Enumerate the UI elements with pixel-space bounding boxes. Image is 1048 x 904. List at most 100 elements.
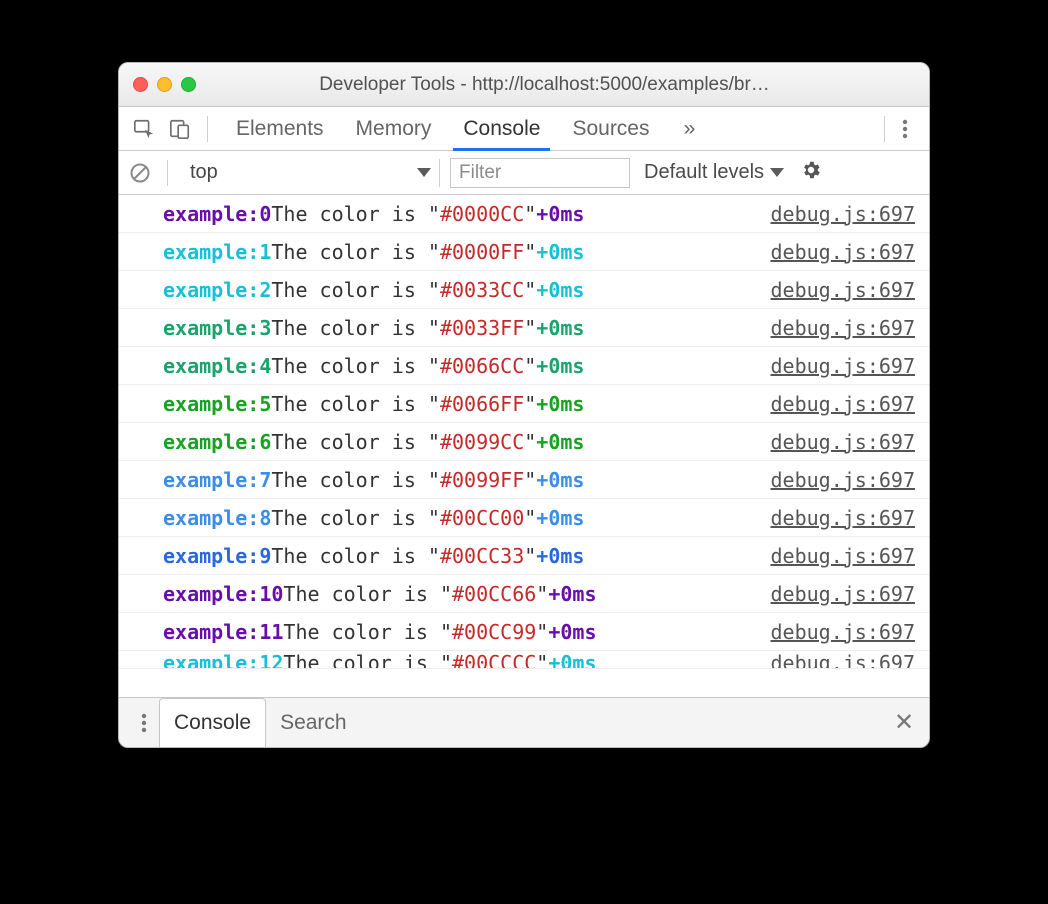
- log-hex-value: #00CC99: [452, 620, 536, 644]
- log-source-link[interactable]: debug.js:697: [771, 582, 916, 606]
- separator: [884, 116, 885, 142]
- log-message: ": [524, 544, 536, 568]
- log-hex-value: #0066FF: [440, 392, 524, 416]
- tab-memory[interactable]: Memory: [340, 107, 448, 150]
- log-timing: +0ms: [548, 582, 596, 606]
- toggle-device-toolbar-icon[interactable]: [165, 114, 195, 144]
- log-message: The color is ": [283, 651, 452, 669]
- clear-console-icon[interactable]: [129, 162, 151, 184]
- minimize-window-button[interactable]: [157, 77, 172, 92]
- log-message: The color is ": [271, 506, 440, 530]
- log-message: ": [524, 202, 536, 226]
- tabs-overflow-button[interactable]: »: [672, 117, 708, 141]
- devtools-tabstrip: ElementsMemoryConsoleSources »: [119, 107, 929, 151]
- log-hex-value: #0033CC: [440, 278, 524, 302]
- log-source-link[interactable]: debug.js:697: [771, 354, 916, 378]
- tab-console[interactable]: Console: [447, 107, 556, 150]
- log-source-link[interactable]: debug.js:697: [771, 620, 916, 644]
- log-namespace: example:6: [163, 430, 271, 454]
- log-levels-label: Default levels: [644, 161, 764, 184]
- log-namespace: example:12: [163, 651, 283, 669]
- log-source-link[interactable]: debug.js:697: [771, 544, 916, 568]
- log-row: example:9 The color is "#00CC33" +0msdeb…: [119, 537, 929, 575]
- tab-sources[interactable]: Sources: [556, 107, 665, 150]
- log-row: example:7 The color is "#0099FF" +0ms deb…: [119, 461, 929, 499]
- log-message: The color is ": [271, 354, 440, 378]
- log-message: ": [524, 354, 536, 378]
- log-source-link[interactable]: debug.js:697: [771, 651, 916, 669]
- window-title: Developer Tools - http://localhost:5000/…: [214, 74, 915, 96]
- log-hex-value: #0000FF: [440, 240, 524, 264]
- log-namespace: example:7: [163, 468, 271, 492]
- log-message: ": [524, 240, 536, 264]
- panel-tabs: ElementsMemoryConsoleSources: [220, 107, 666, 150]
- log-hex-value: #00CC66: [452, 582, 536, 606]
- log-timing: +0ms: [536, 240, 584, 264]
- log-timing: +0ms: [536, 468, 584, 492]
- close-drawer-icon[interactable]: ✕: [889, 708, 919, 737]
- console-log-list: example:0 The color is "#0000CC" +0msdeb…: [119, 195, 929, 697]
- log-hex-value: #0033FF: [440, 316, 524, 340]
- log-message: ": [536, 651, 548, 669]
- log-namespace: example:11: [163, 620, 283, 644]
- log-namespace: example:10: [163, 582, 283, 606]
- drawer-tab-search[interactable]: Search: [266, 698, 361, 747]
- log-timing: +0ms: [536, 506, 584, 530]
- log-timing: +0ms: [536, 354, 584, 378]
- log-message: ": [536, 582, 548, 606]
- log-message: ": [524, 468, 536, 492]
- log-row: example:5 The color is "#0066FF" +0msdeb…: [119, 385, 929, 423]
- log-message: The color is ": [271, 392, 440, 416]
- tabs-overflow-glyph: »: [684, 117, 696, 141]
- separator: [207, 116, 208, 142]
- log-hex-value: #0099CC: [440, 430, 524, 454]
- inspect-element-icon[interactable]: [129, 114, 159, 144]
- log-namespace: example:8: [163, 506, 271, 530]
- filter-input[interactable]: [450, 158, 630, 188]
- chevron-down-icon: [770, 168, 784, 177]
- log-source-link[interactable]: debug.js:697: [771, 278, 916, 302]
- console-toolbar: top Default levels: [119, 151, 929, 195]
- log-source-link[interactable]: debug.js:697: [771, 506, 916, 530]
- log-timing: +0ms: [548, 620, 596, 644]
- window-controls: [133, 77, 196, 92]
- log-message: ": [524, 506, 536, 530]
- log-message: The color is ": [271, 316, 440, 340]
- log-source-link[interactable]: debug.js:697: [771, 316, 916, 340]
- log-namespace: example:2: [163, 278, 271, 302]
- log-row: example:12 The color is "#00CCCC" +0msde…: [119, 651, 929, 669]
- execution-context-selector[interactable]: top: [190, 159, 440, 187]
- log-namespace: example:9: [163, 544, 271, 568]
- log-namespace: example:1: [163, 240, 271, 264]
- log-message: The color is ": [271, 430, 440, 454]
- log-timing: +0ms: [536, 202, 584, 226]
- log-row: example:11 The color is "#00CC99" +0msde…: [119, 613, 929, 651]
- log-row: example:1 The color is "#0000FF" +0ms deb…: [119, 233, 929, 271]
- console-settings-icon[interactable]: [800, 159, 822, 187]
- more-options-button[interactable]: [891, 118, 919, 140]
- zoom-window-button[interactable]: [181, 77, 196, 92]
- log-levels-selector[interactable]: Default levels: [644, 161, 784, 184]
- execution-context-label: top: [190, 161, 218, 184]
- tab-elements[interactable]: Elements: [220, 107, 340, 150]
- log-hex-value: #00CC33: [440, 544, 524, 568]
- titlebar: Developer Tools - http://localhost:5000/…: [119, 63, 929, 107]
- drawer-tab-console[interactable]: Console: [159, 698, 266, 747]
- log-message: ": [536, 620, 548, 644]
- log-namespace: example:0: [163, 202, 271, 226]
- log-source-link[interactable]: debug.js:697: [771, 392, 916, 416]
- log-hex-value: #0066CC: [440, 354, 524, 378]
- log-row: example:10 The color is "#00CC66" +0msde…: [119, 575, 929, 613]
- log-source-link[interactable]: debug.js:697: [771, 468, 916, 492]
- log-source-link[interactable]: debug.js:697: [771, 240, 916, 264]
- log-source-link[interactable]: debug.js:697: [771, 202, 916, 226]
- log-message: ": [524, 430, 536, 454]
- log-message: The color is ": [271, 468, 440, 492]
- log-message: The color is ": [271, 240, 440, 264]
- log-namespace: example:4: [163, 354, 271, 378]
- close-window-button[interactable]: [133, 77, 148, 92]
- drawer-more-button[interactable]: [129, 712, 159, 734]
- drawer-tabs: ConsoleSearch: [159, 698, 361, 747]
- log-source-link[interactable]: debug.js:697: [771, 430, 916, 454]
- log-hex-value: #0099FF: [440, 468, 524, 492]
